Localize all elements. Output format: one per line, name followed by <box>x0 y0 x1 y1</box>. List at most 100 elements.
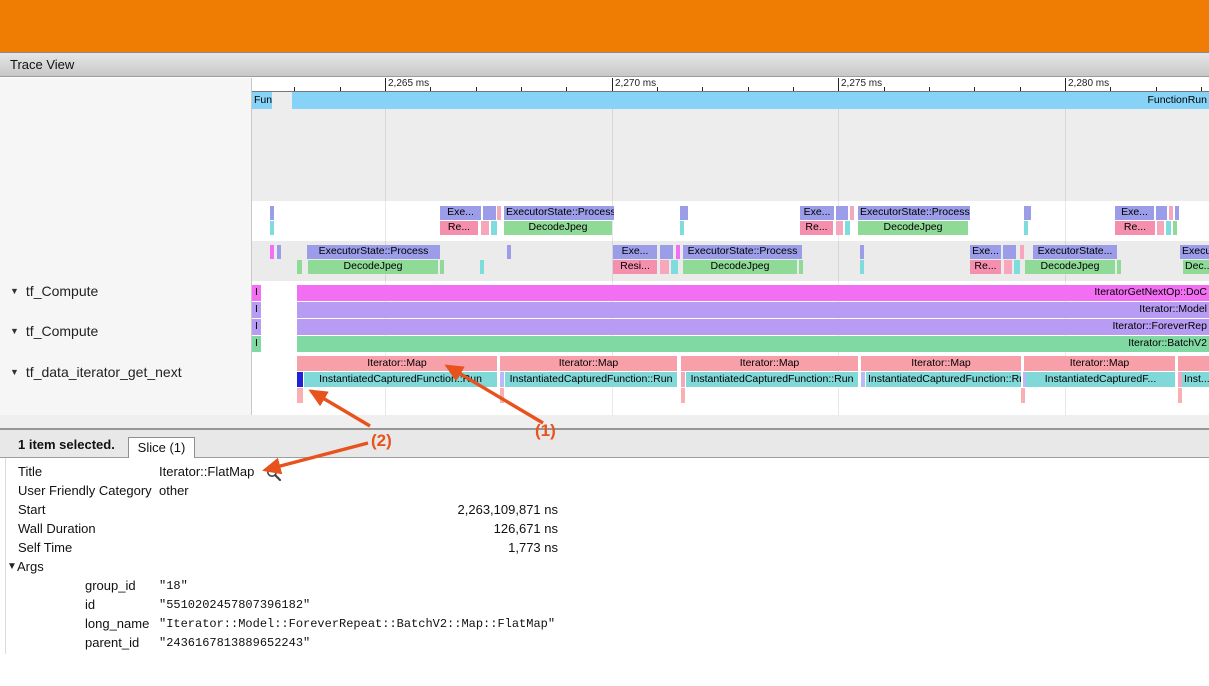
trace-slice[interactable]: Fun <box>252 92 272 109</box>
trace-slice[interactable]: Re... <box>800 221 833 235</box>
trace-slice[interactable]: ExecutorState::Process <box>307 245 440 259</box>
trace-slice[interactable] <box>1178 388 1182 403</box>
trace-slice[interactable] <box>507 245 511 259</box>
trace-slice[interactable]: ExecutorState::Process <box>858 206 970 220</box>
time-ruler[interactable]: 2,265 ms2,270 ms2,275 ms2,280 ms <box>252 78 1209 92</box>
trace-slice[interactable] <box>660 260 669 274</box>
trace-slice[interactable] <box>1020 245 1024 259</box>
trace-slice[interactable] <box>681 388 685 403</box>
trace-slice[interactable]: ExecutorState::Process <box>504 206 614 220</box>
trace-slice[interactable]: IteratorGetNextOp::DoC <box>297 285 1209 301</box>
trace-slice[interactable]: DecodeJpeg <box>504 221 612 235</box>
trace-slice[interactable] <box>680 221 684 235</box>
trace-slice[interactable] <box>1014 260 1020 274</box>
trace-slice[interactable] <box>861 372 865 387</box>
trace-slice[interactable] <box>1169 206 1173 220</box>
trace-slice[interactable] <box>681 372 685 387</box>
trace-slice[interactable] <box>480 260 484 274</box>
trace-slice[interactable]: DecodeJpeg <box>683 260 797 274</box>
trace-slice[interactable]: Exe... <box>800 206 834 220</box>
trace-slice[interactable]: Exe... <box>1115 206 1154 220</box>
trace-slice[interactable]: DecodeJpeg <box>308 260 438 274</box>
trace-slice[interactable]: Iterator::Map <box>500 356 677 371</box>
collapse-triangle-icon[interactable]: ▼ <box>10 326 19 336</box>
trace-slice[interactable]: DecodeJpeg <box>858 221 968 235</box>
trace-slice[interactable] <box>270 221 274 235</box>
trace-slice[interactable]: ExecutorState::Process <box>683 245 802 259</box>
trace-slice[interactable]: Exe... <box>440 206 481 220</box>
trace-slice[interactable]: I <box>252 336 261 352</box>
panel-splitter[interactable] <box>0 415 1209 430</box>
sidebar-item-tf-data-iterator-get-next[interactable]: ▼tf_data_iterator_get_next <box>10 364 182 380</box>
trace-slice[interactable]: Re... <box>1115 221 1155 235</box>
trace-slice[interactable] <box>1024 221 1028 235</box>
trace-slice[interactable]: Iterator::Map <box>681 356 858 371</box>
trace-slice[interactable] <box>481 221 489 235</box>
trace-slice[interactable] <box>676 245 680 259</box>
trace-slice[interactable] <box>500 388 504 403</box>
trace-slice[interactable] <box>500 372 504 387</box>
trace-slice[interactable]: Exe... <box>970 245 1001 259</box>
trace-slice[interactable]: Iterator::Map <box>861 356 1021 371</box>
trace-slice[interactable] <box>860 260 864 274</box>
trace-slice[interactable]: Iterator::Map <box>1024 356 1175 371</box>
trace-slice[interactable] <box>1175 206 1179 220</box>
trace-slice[interactable] <box>836 206 848 220</box>
trace-slice[interactable]: InstantiatedCapturedFunction::Run <box>505 372 677 387</box>
trace-slice[interactable] <box>850 206 854 220</box>
trace-slice[interactable] <box>671 260 678 274</box>
trace-slice[interactable]: Iterator::Model <box>297 302 1209 318</box>
trace-slice[interactable]: InstantiatedCapturedFunction::Run <box>686 372 858 387</box>
trace-slice[interactable]: Resi... <box>613 260 657 274</box>
trace-slice[interactable] <box>1027 206 1031 220</box>
trace-slice[interactable] <box>483 206 496 220</box>
trace-slice[interactable] <box>684 206 688 220</box>
tab-slice[interactable]: Slice (1) <box>128 437 195 458</box>
trace-slice[interactable]: Inst... <box>1182 372 1209 387</box>
sidebar-item-tf-compute-1[interactable]: ▼tf_Compute <box>10 283 98 299</box>
trace-slice[interactable] <box>860 245 864 259</box>
trace-slice[interactable]: Iterator::ForeverRep <box>297 319 1209 335</box>
trace-slice[interactable]: ExecutorState... <box>1033 245 1117 259</box>
trace-slice[interactable] <box>1021 388 1025 403</box>
trace-slice[interactable] <box>297 260 302 274</box>
trace-slice[interactable] <box>270 206 274 220</box>
trace-slice[interactable] <box>497 206 501 220</box>
trace-slice[interactable]: InstantiatedCapturedFunction::Run <box>866 372 1021 387</box>
trace-slice[interactable]: Exe... <box>613 245 657 259</box>
trace-slice[interactable] <box>660 245 673 259</box>
trace-slice[interactable] <box>1166 221 1171 235</box>
sidebar-item-tf-compute-2[interactable]: ▼tf_Compute <box>10 323 98 339</box>
trace-slice[interactable] <box>440 260 444 274</box>
trace-slice[interactable] <box>270 245 274 259</box>
trace-slice[interactable] <box>1117 260 1121 274</box>
trace-slice[interactable] <box>1173 221 1177 235</box>
trace-slice[interactable] <box>1156 206 1167 220</box>
trace-slice[interactable]: InstantiatedCapturedFunction::Run <box>304 372 497 387</box>
trace-slice[interactable] <box>1003 245 1016 259</box>
trace-slice[interactable]: I <box>252 319 261 335</box>
trace-slice[interactable]: I <box>252 285 261 301</box>
trace-slice[interactable]: FunctionRun <box>292 92 1209 109</box>
trace-slice[interactable]: Re... <box>440 221 478 235</box>
trace-slice[interactable]: Execut... <box>1180 245 1209 259</box>
trace-slice[interactable] <box>1004 260 1012 274</box>
trace-slice[interactable] <box>1178 356 1209 371</box>
magnifier-icon[interactable] <box>266 466 282 482</box>
collapse-triangle-icon[interactable]: ▼ <box>10 367 19 377</box>
trace-slice[interactable]: DecodeJpeg <box>1025 260 1115 274</box>
trace-slice[interactable]: Iterator::BatchV2 <box>297 336 1209 352</box>
trace-slice[interactable] <box>297 388 303 403</box>
trace-slice[interactable]: InstantiatedCapturedF... <box>1026 372 1175 387</box>
selected-slice[interactable] <box>297 372 303 387</box>
trace-slice[interactable] <box>491 221 497 235</box>
trace-slice[interactable] <box>799 260 803 274</box>
trace-slice[interactable]: Dec... <box>1183 260 1209 274</box>
trace-slice[interactable]: Re... <box>970 260 1001 274</box>
trace-slice[interactable]: I <box>252 302 261 318</box>
trace-slice[interactable] <box>845 221 850 235</box>
trace-slice[interactable] <box>836 221 843 235</box>
trace-slice[interactable] <box>1157 221 1164 235</box>
collapse-triangle-icon[interactable]: ▼ <box>10 286 19 296</box>
trace-slice[interactable]: Iterator::Map <box>297 356 497 371</box>
